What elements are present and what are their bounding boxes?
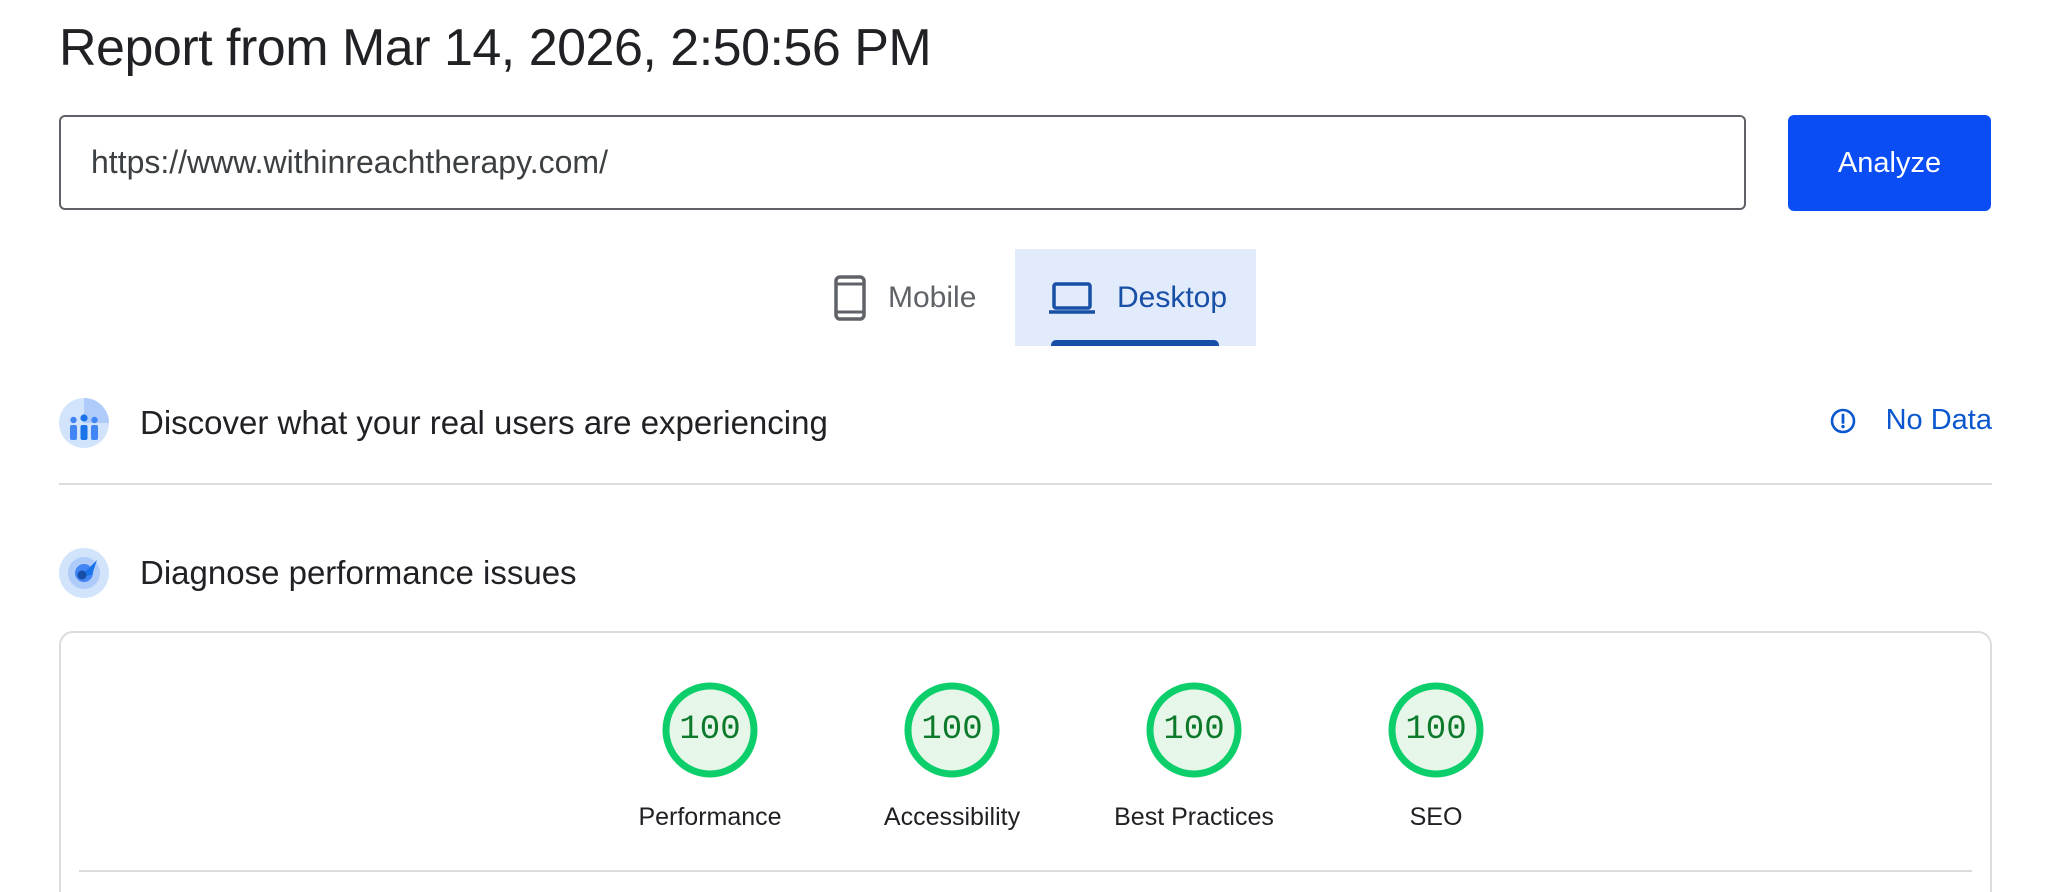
real-users-icon — [59, 398, 109, 448]
gauge-value: 100 — [921, 711, 983, 749]
analyze-button[interactable]: Analyze — [1788, 115, 1991, 211]
no-data-label: No Data — [1885, 404, 1992, 436]
score-gauge-performance[interactable]: 100 Performance — [589, 681, 831, 832]
gauge-ring: 100 — [903, 681, 1001, 779]
lab-data-section: Diagnose performance issues — [59, 548, 577, 598]
score-gauge-best-practices[interactable]: 100 Best Practices — [1073, 681, 1315, 832]
tab-desktop-label: Desktop — [1117, 280, 1228, 314]
pagespeed-report: Report from Mar 14, 2026, 2:50:56 PM Ana… — [0, 0, 2056, 892]
url-input[interactable] — [59, 115, 1746, 210]
gauge-label: Performance — [638, 803, 782, 831]
diagnose-icon — [59, 548, 109, 598]
score-gauge-accessibility[interactable]: 100 Accessibility — [831, 681, 1073, 832]
gauge-label: Best Practices — [1114, 803, 1274, 831]
gauge-value: 100 — [679, 711, 741, 749]
tab-mobile-label: Mobile — [888, 280, 977, 314]
field-data-section: Discover what your real users are experi… — [59, 398, 828, 448]
info-icon — [1830, 408, 1856, 434]
gauge-label: SEO — [1409, 803, 1463, 831]
gauge-ring: 100 — [661, 681, 759, 779]
section-divider — [59, 483, 1992, 485]
page-title: Report from Mar 14, 2026, 2:50:56 PM — [59, 19, 932, 77]
tab-mobile[interactable]: Mobile — [800, 249, 1015, 346]
laptop-icon — [1049, 281, 1095, 315]
gauge-ring: 100 — [1387, 681, 1485, 779]
score-gauges: 100 Performance 100 Accessibility 100 Be… — [589, 681, 1557, 832]
lab-data-title: Diagnose performance issues — [140, 554, 577, 591]
field-data-title: Discover what your real users are experi… — [140, 404, 828, 441]
gauge-value: 100 — [1405, 711, 1467, 749]
no-data-link[interactable]: No Data — [1830, 404, 1992, 437]
smartphone-icon — [834, 274, 866, 321]
score-gauge-seo[interactable]: 100 SEO — [1315, 681, 1557, 832]
tab-desktop[interactable]: Desktop — [1015, 249, 1256, 346]
card-divider — [79, 870, 1972, 872]
gauge-ring: 100 — [1145, 681, 1243, 779]
gauge-value: 100 — [1163, 711, 1225, 749]
selected-tab-indicator — [1051, 340, 1219, 346]
device-tabs: Mobile Desktop — [800, 249, 1256, 346]
scores-card: 100 Performance 100 Accessibility 100 Be… — [59, 631, 1992, 892]
gauge-label: Accessibility — [883, 803, 1021, 831]
